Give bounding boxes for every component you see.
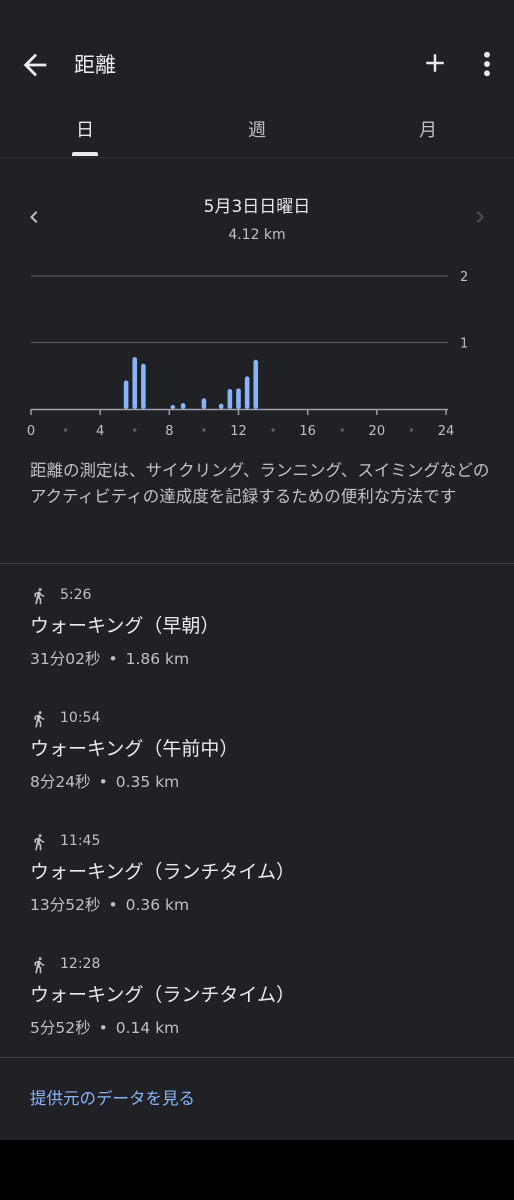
walking-person-icon [34,588,45,605]
tab-week[interactable]: 週 [207,100,307,158]
activity-stats: 5分52秒 • 0.14 km [30,1016,179,1038]
activity-start-time: 10:54 [60,710,101,726]
activity-distance: 0.35 km [115,773,180,791]
chart-bar [218,403,224,409]
x-minor-dot [133,428,137,432]
divider-bottom [0,1057,514,1058]
walking-person-icon [34,834,45,851]
tab-day[interactable]: 日 [35,100,135,158]
x-tick-label: 0 [27,424,35,439]
chart-bar [253,359,259,409]
tab-week-label: 週 [248,120,266,141]
x-minor-dot [63,428,68,432]
tab-day-label: 日 [76,120,94,141]
chart-bar [201,398,207,409]
chart-bar [236,388,241,409]
plus-icon [426,54,444,72]
activity-distance: 0.36 km [125,896,190,914]
chart-bar [244,376,250,409]
activity-start-time: 5:26 [60,587,92,603]
x-minor-dot [202,428,206,432]
activity-item[interactable]: 11:45 ウォーキング（ランチタイム） 13分52秒 • 0.36 km [0,831,514,951]
activity-item[interactable]: 10:54 ウォーキング（午前中） 8分24秒 • 0.35 km [0,708,514,828]
activity-start-time: 12:28 [60,956,101,972]
chart-bar [132,357,138,409]
y-tick-label: 2 [460,270,468,285]
activity-duration: 13分52秒 [30,896,101,914]
date-title: 5月3日日曜日 [203,197,311,217]
period-tabs: 日 週 月 [0,100,514,158]
add-button[interactable] [420,48,450,78]
walking-person-icon [34,711,45,728]
separator-dot: • [98,1019,108,1037]
separator-dot: • [98,773,108,791]
description-text: 距離の測定は、サイクリング、ランニング、スイミングなどのアクティビティの達成度を… [30,461,490,506]
activity-name: ウォーキング（午前中） [30,738,239,760]
app-screen: 距離 日 週 月 5月3日日曜日 4.12 km 1 2 0 4 8 12 16… [0,0,514,1140]
activity-distance: 0.14 km [115,1019,180,1037]
more-options-button[interactable] [474,48,500,80]
next-day-button[interactable] [468,204,492,230]
activity-name: ウォーキング（ランチタイム） [30,861,296,883]
chart-bar [180,403,186,409]
chart-bar [141,363,146,409]
separator-dot: • [108,896,118,914]
view-source-data-link[interactable]: 提供元のデータを見る [30,1085,195,1109]
activity-start-time: 11:45 [60,833,101,849]
daily-total-distance: 4.12 km [228,227,286,243]
activity-name: ウォーキング（早朝） [30,615,220,637]
x-tick-label: 12 [230,424,247,439]
x-minor-dot [340,428,344,432]
tab-month-label: 月 [419,120,437,141]
arrow-left-icon [23,53,47,77]
activity-stats: 8分24秒 • 0.35 km [30,770,179,792]
chart-bar [123,380,129,409]
x-tick-label: 20 [369,424,386,439]
tab-month[interactable]: 月 [378,100,478,158]
activity-item[interactable]: 5:26 ウォーキング（早朝） 31分02秒 • 1.86 km [0,585,514,705]
tab-active-indicator [72,152,98,156]
page-title: 距離 [74,53,116,77]
activity-duration: 31分02秒 [30,650,101,668]
activity-duration: 8分24秒 [30,773,91,791]
more-vert-icon [484,51,490,77]
x-minor-dot [409,428,414,432]
activity-name: ウォーキング（ランチタイム） [30,984,296,1006]
chart-bar [227,389,233,409]
divider-top [0,563,514,564]
chevron-right-icon [476,211,484,223]
x-tick-label: 8 [165,424,173,439]
activity-item[interactable]: 12:28 ウォーキング（ランチタイム） 5分52秒 • 0.14 km [0,954,514,1074]
separator-dot: • [108,650,118,668]
x-tick-label: 24 [438,424,455,439]
x-minor-dot [271,428,275,432]
activity-duration: 5分52秒 [30,1019,91,1037]
x-tick-label: 16 [299,424,316,439]
y-tick-label: 1 [460,337,468,352]
x-tick-label: 4 [96,424,104,439]
distance-chart: 120 4 8 12 16 20 24 [27,270,468,439]
activity-stats: 31分02秒 • 1.86 km [30,647,189,669]
back-button[interactable] [18,48,52,82]
activity-stats: 13分52秒 • 0.36 km [30,893,189,915]
activity-distance: 1.86 km [125,650,190,668]
walking-person-icon [34,957,45,974]
chart-bar [170,405,176,409]
